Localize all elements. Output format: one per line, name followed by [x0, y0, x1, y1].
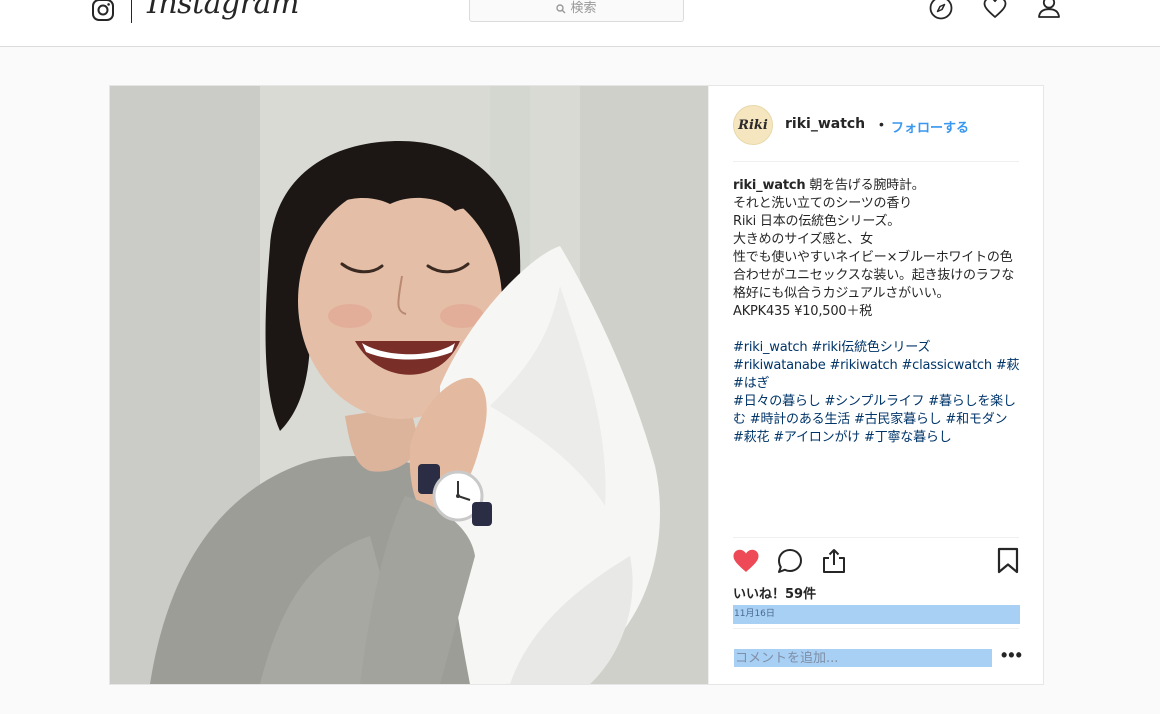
caption-line: 格好にも似合うカジュアルさがいい。 — [733, 286, 950, 301]
post-card: Riki riki_watch • フォローする riki_watch 朝を告げ… — [109, 85, 1044, 685]
comment-row: ••• — [733, 628, 1022, 684]
caption-author[interactable]: riki_watch — [733, 178, 806, 193]
hashtag-link[interactable]: #riki_watch — [733, 340, 808, 355]
comment-input[interactable] — [734, 649, 992, 667]
post-header: Riki riki_watch • フォローする — [733, 105, 1019, 162]
logo-divider — [131, 0, 132, 23]
hashtag-link[interactable]: #萩花 — [733, 430, 769, 445]
search-placeholder: 検索 — [570, 1, 597, 16]
hashtag-link[interactable]: #rikiwatch — [829, 358, 897, 373]
caption-line: 性でも使いやすいネイビー×ブルーホワイトの色 — [733, 250, 1013, 265]
caption-text: 朝を告げる腕時計。 — [809, 178, 925, 193]
explore-compass-icon[interactable] — [929, 0, 953, 22]
caption-line: それと洗い立てのシーツの香り — [733, 196, 912, 211]
header-separator: • — [879, 116, 884, 132]
instagram-wordmark[interactable]: Instagram — [147, 0, 299, 21]
actions-divider — [733, 537, 1019, 538]
hashtag-link[interactable]: #日々の暮らし — [733, 394, 821, 409]
follow-button[interactable]: フォローする — [891, 117, 969, 136]
profile-user-icon[interactable] — [1037, 0, 1061, 22]
activity-heart-icon[interactable] — [983, 0, 1007, 22]
search-box[interactable]: 検索 — [469, 0, 684, 22]
post-photo-illustration — [110, 86, 708, 684]
caption-line: Riki 日本の伝統色シリーズ。 — [733, 214, 901, 229]
hashtag-link[interactable]: #シンプルライフ — [824, 394, 924, 409]
hashtag-link[interactable]: #riki伝統色シリーズ — [811, 340, 930, 355]
post-caption: riki_watch 朝を告げる腕時計。 それと洗い立てのシーツの香り Riki… — [733, 177, 1021, 447]
hashtag-link[interactable]: #丁寧な暮らし — [864, 430, 952, 445]
caption-line: AKPK435 ¥10,500＋税 — [733, 304, 873, 319]
caption-line: 合わせがユニセックスな装い。起き抜けのラフな — [733, 268, 1015, 283]
share-icon[interactable] — [820, 547, 848, 575]
hashtag-link[interactable]: #時計のある生活 — [750, 412, 850, 427]
more-options-button[interactable]: ••• — [1001, 645, 1023, 666]
caption-line: 大きめのサイズ感と、女 — [733, 232, 873, 247]
instagram-camera-icon[interactable] — [91, 0, 115, 22]
likes-count[interactable]: いいね！59件 — [733, 583, 816, 602]
comment-bubble-icon[interactable] — [776, 547, 804, 575]
post-username[interactable]: riki_watch — [785, 116, 865, 132]
post-sidebar: Riki riki_watch • フォローする riki_watch 朝を告げ… — [708, 86, 1043, 684]
post-date[interactable]: 11月16日 — [733, 605, 1020, 624]
bookmark-save-icon[interactable] — [994, 547, 1022, 575]
hashtag-link[interactable]: #古民家暮らし — [854, 412, 942, 427]
hashtag-link[interactable]: #和モダン — [945, 412, 1007, 427]
top-navigation-bar: Instagram 検索 — [0, 0, 1160, 47]
like-heart-icon[interactable] — [732, 547, 760, 575]
post-photo[interactable] — [110, 86, 708, 684]
avatar[interactable]: Riki — [733, 105, 773, 145]
caption-line: riki_watch 朝を告げる腕時計。 — [733, 177, 1021, 195]
hashtag-link[interactable]: #アイロンがけ — [773, 430, 860, 445]
hashtag-link[interactable]: #rikiwatanabe — [733, 358, 826, 373]
search-icon — [556, 3, 566, 14]
hashtag-link[interactable]: #はぎ — [733, 376, 769, 391]
hashtag-link[interactable]: #萩 — [996, 358, 1020, 373]
hashtag-link[interactable]: #classicwatch — [901, 358, 992, 373]
hashtag-block: #riki_watch #riki伝統色シリーズ #rikiwatanabe #… — [733, 339, 1021, 447]
